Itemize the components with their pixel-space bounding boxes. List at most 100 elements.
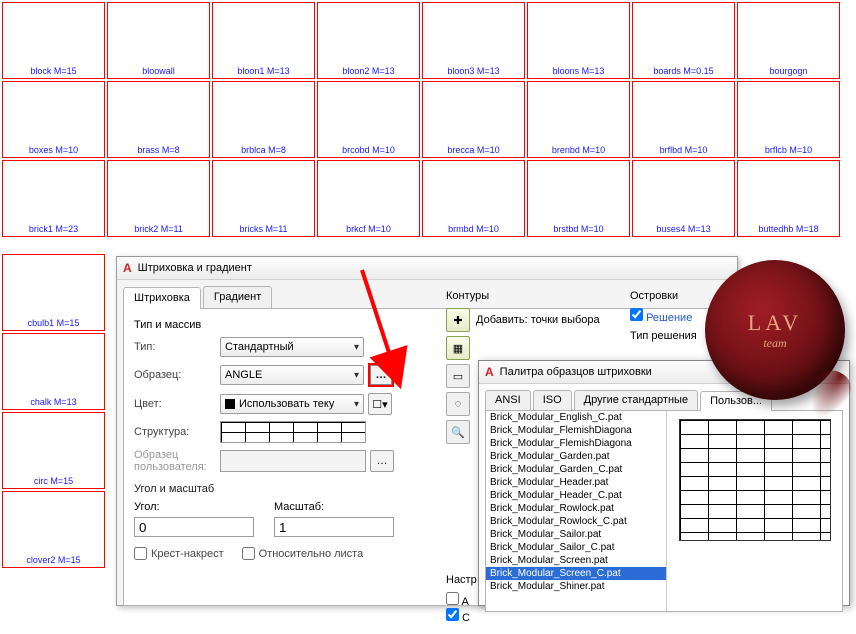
setting-a-checkbox[interactable]: A — [446, 596, 469, 608]
color-combo[interactable]: Использовать теку — [220, 394, 364, 414]
pattern-label: Образец: — [134, 369, 220, 381]
swatch-bloowall[interactable]: bloowall — [107, 2, 210, 79]
swatch-label: bloon2 M=13 — [342, 65, 394, 78]
recreate-button[interactable]: ◌ — [446, 392, 470, 416]
swatch-preview — [528, 161, 629, 223]
swatch-preview — [108, 161, 209, 223]
swatch-label: chalk M=13 — [30, 396, 76, 409]
swatch-brick1[interactable]: brick1 M=23 — [2, 160, 105, 237]
setting-c-checkbox[interactable]: C — [446, 612, 470, 624]
swatch-preview — [318, 161, 419, 223]
swatch-bloon1[interactable]: bloon1 M=13 — [212, 2, 315, 79]
swatch-preview — [528, 3, 629, 65]
swatch-label: brick2 M=11 — [134, 223, 183, 236]
swatch-bricks[interactable]: bricks M=11 — [212, 160, 315, 237]
swatch-block[interactable]: block M=15 — [2, 2, 105, 79]
relative-checkbox[interactable]: Относительно листа — [242, 547, 364, 560]
swatch-label: buses4 M=13 — [656, 223, 710, 236]
seal-line1: LAV — [748, 310, 802, 336]
pattern-item[interactable]: Brick_Modular_Header.pat — [486, 476, 666, 489]
swatch-brmbd[interactable]: brmbd M=10 — [422, 160, 525, 237]
swatch-preview — [633, 82, 734, 144]
swatch-preview — [3, 255, 104, 317]
solve-label: Решение — [646, 312, 692, 324]
swatch-preview — [3, 3, 104, 65]
swatch-brblca[interactable]: brblca M=8 — [212, 81, 315, 158]
swatch-brenbd[interactable]: brenbd M=10 — [527, 81, 630, 158]
pattern-item[interactable]: Brick_Modular_FlemishDiagona — [486, 437, 666, 450]
pattern-item[interactable]: Brick_Modular_Shiner.pat — [486, 580, 666, 593]
add-objects-button[interactable]: ▦ — [446, 336, 470, 360]
swatch-brflcb[interactable]: brflcb M=10 — [737, 81, 840, 158]
color-extra-combo[interactable]: ☐▾ — [368, 393, 392, 415]
pattern-item[interactable]: Brick_Modular_Garden.pat — [486, 450, 666, 463]
pattern-item[interactable]: Brick_Modular_Rowlock_C.pat — [486, 515, 666, 528]
swatch-brick2[interactable]: brick2 M=11 — [107, 160, 210, 237]
pattern-item[interactable]: Brick_Modular_Sailor.pat — [486, 528, 666, 541]
swatch-cbulb1[interactable]: cbulb1 M=15 — [2, 254, 105, 331]
pattern-item[interactable]: Brick_Modular_Rowlock.pat — [486, 502, 666, 515]
angle-input[interactable] — [134, 517, 254, 537]
pattern-browse-button[interactable]: … — [368, 363, 394, 387]
ptab-ansi[interactable]: ANSI — [485, 390, 531, 410]
swatch-bloons[interactable]: bloons M=13 — [527, 2, 630, 79]
swatch-bloon2[interactable]: bloon2 M=13 — [317, 2, 420, 79]
swatch-label: buttedhb M=18 — [758, 223, 818, 236]
ptab-iso[interactable]: ISO — [533, 390, 572, 410]
swatch-label: cbulb1 M=15 — [28, 317, 80, 330]
tab-hatch[interactable]: Штриховка — [123, 287, 201, 309]
relative-label: Относительно листа — [259, 548, 364, 560]
add-points-button[interactable]: ✚ — [446, 308, 470, 332]
dialog-titlebar: A Штриховка и градиент — [117, 257, 737, 280]
pattern-list[interactable]: Brick_Modular_English_C.patBrick_Modular… — [486, 411, 667, 611]
structure-preview — [220, 421, 366, 443]
pattern-item[interactable]: Brick_Modular_Screen.pat — [486, 554, 666, 567]
pattern-item[interactable]: Brick_Modular_English_C.pat — [486, 411, 666, 424]
islands-heading: Островки — [630, 290, 697, 302]
userpat-label: Образец пользователя: — [134, 449, 220, 473]
swatch-label: brkcf M=10 — [346, 223, 391, 236]
swatch-preview — [633, 161, 734, 223]
seal-line2: team — [748, 336, 802, 351]
pattern-item[interactable]: Brick_Modular_Sailor_C.pat — [486, 541, 666, 554]
swatch-circ[interactable]: circ M=15 — [2, 412, 105, 489]
swatch-chalk[interactable]: chalk M=13 — [2, 333, 105, 410]
pattern-combo[interactable]: ANGLE — [220, 365, 364, 385]
cross-checkbox[interactable]: Крест-накрест — [134, 547, 224, 560]
swatch-preview — [633, 3, 734, 65]
swatch-clover2[interactable]: clover2 M=15 — [2, 491, 105, 568]
swatch-boards[interactable]: boards M=0.15 — [632, 2, 735, 79]
swatch-brcobd[interactable]: brcobd M=10 — [317, 81, 420, 158]
swatch-brstbd[interactable]: brstbd M=10 — [527, 160, 630, 237]
userpat-browse-button[interactable]: … — [370, 450, 394, 472]
swatch-preview — [738, 3, 839, 65]
pattern-item[interactable]: Brick_Modular_Screen_C.pat — [486, 567, 666, 580]
swatch-brass[interactable]: brass M=8 — [107, 81, 210, 158]
ptab-other[interactable]: Другие стандартные — [574, 390, 698, 410]
tab-gradient[interactable]: Градиент — [203, 286, 272, 308]
swatch-bourgogn[interactable]: bourgogn — [737, 2, 840, 79]
cross-label: Крест-накрест — [151, 548, 224, 560]
swatch-label: brecca M=10 — [447, 144, 499, 157]
view-button[interactable]: 🔍 — [446, 420, 470, 444]
pattern-grid: block M=15 bloowall bloon1 M=13 bloon2 M=13… — [0, 0, 856, 239]
swatch-brflbd[interactable]: brflbd M=10 — [632, 81, 735, 158]
swatch-preview — [108, 3, 209, 65]
scale-input[interactable] — [274, 517, 394, 537]
swatch-boxes[interactable]: boxes M=10 — [2, 81, 105, 158]
remove-button[interactable]: ▭ — [446, 364, 470, 388]
solve-checkbox[interactable]: Решение — [630, 312, 692, 324]
swatch-buttedhb[interactable]: buttedhb M=18 — [737, 160, 840, 237]
pattern-item[interactable]: Brick_Modular_Header_C.pat — [486, 489, 666, 502]
swatch-brkcf[interactable]: brkcf M=10 — [317, 160, 420, 237]
type-label: Тип: — [134, 341, 220, 353]
pattern-item[interactable]: Brick_Modular_FlemishDiagona — [486, 424, 666, 437]
type-combo[interactable]: Стандартный — [220, 337, 364, 357]
swatch-brecca[interactable]: brecca M=10 — [422, 81, 525, 158]
swatch-label: bloowall — [142, 65, 175, 78]
swatch-buses4[interactable]: buses4 M=13 — [632, 160, 735, 237]
swatch-preview — [318, 82, 419, 144]
swatch-bloon3[interactable]: bloon3 M=13 — [422, 2, 525, 79]
swatch-preview — [213, 3, 314, 65]
pattern-item[interactable]: Brick_Modular_Garden_C.pat — [486, 463, 666, 476]
